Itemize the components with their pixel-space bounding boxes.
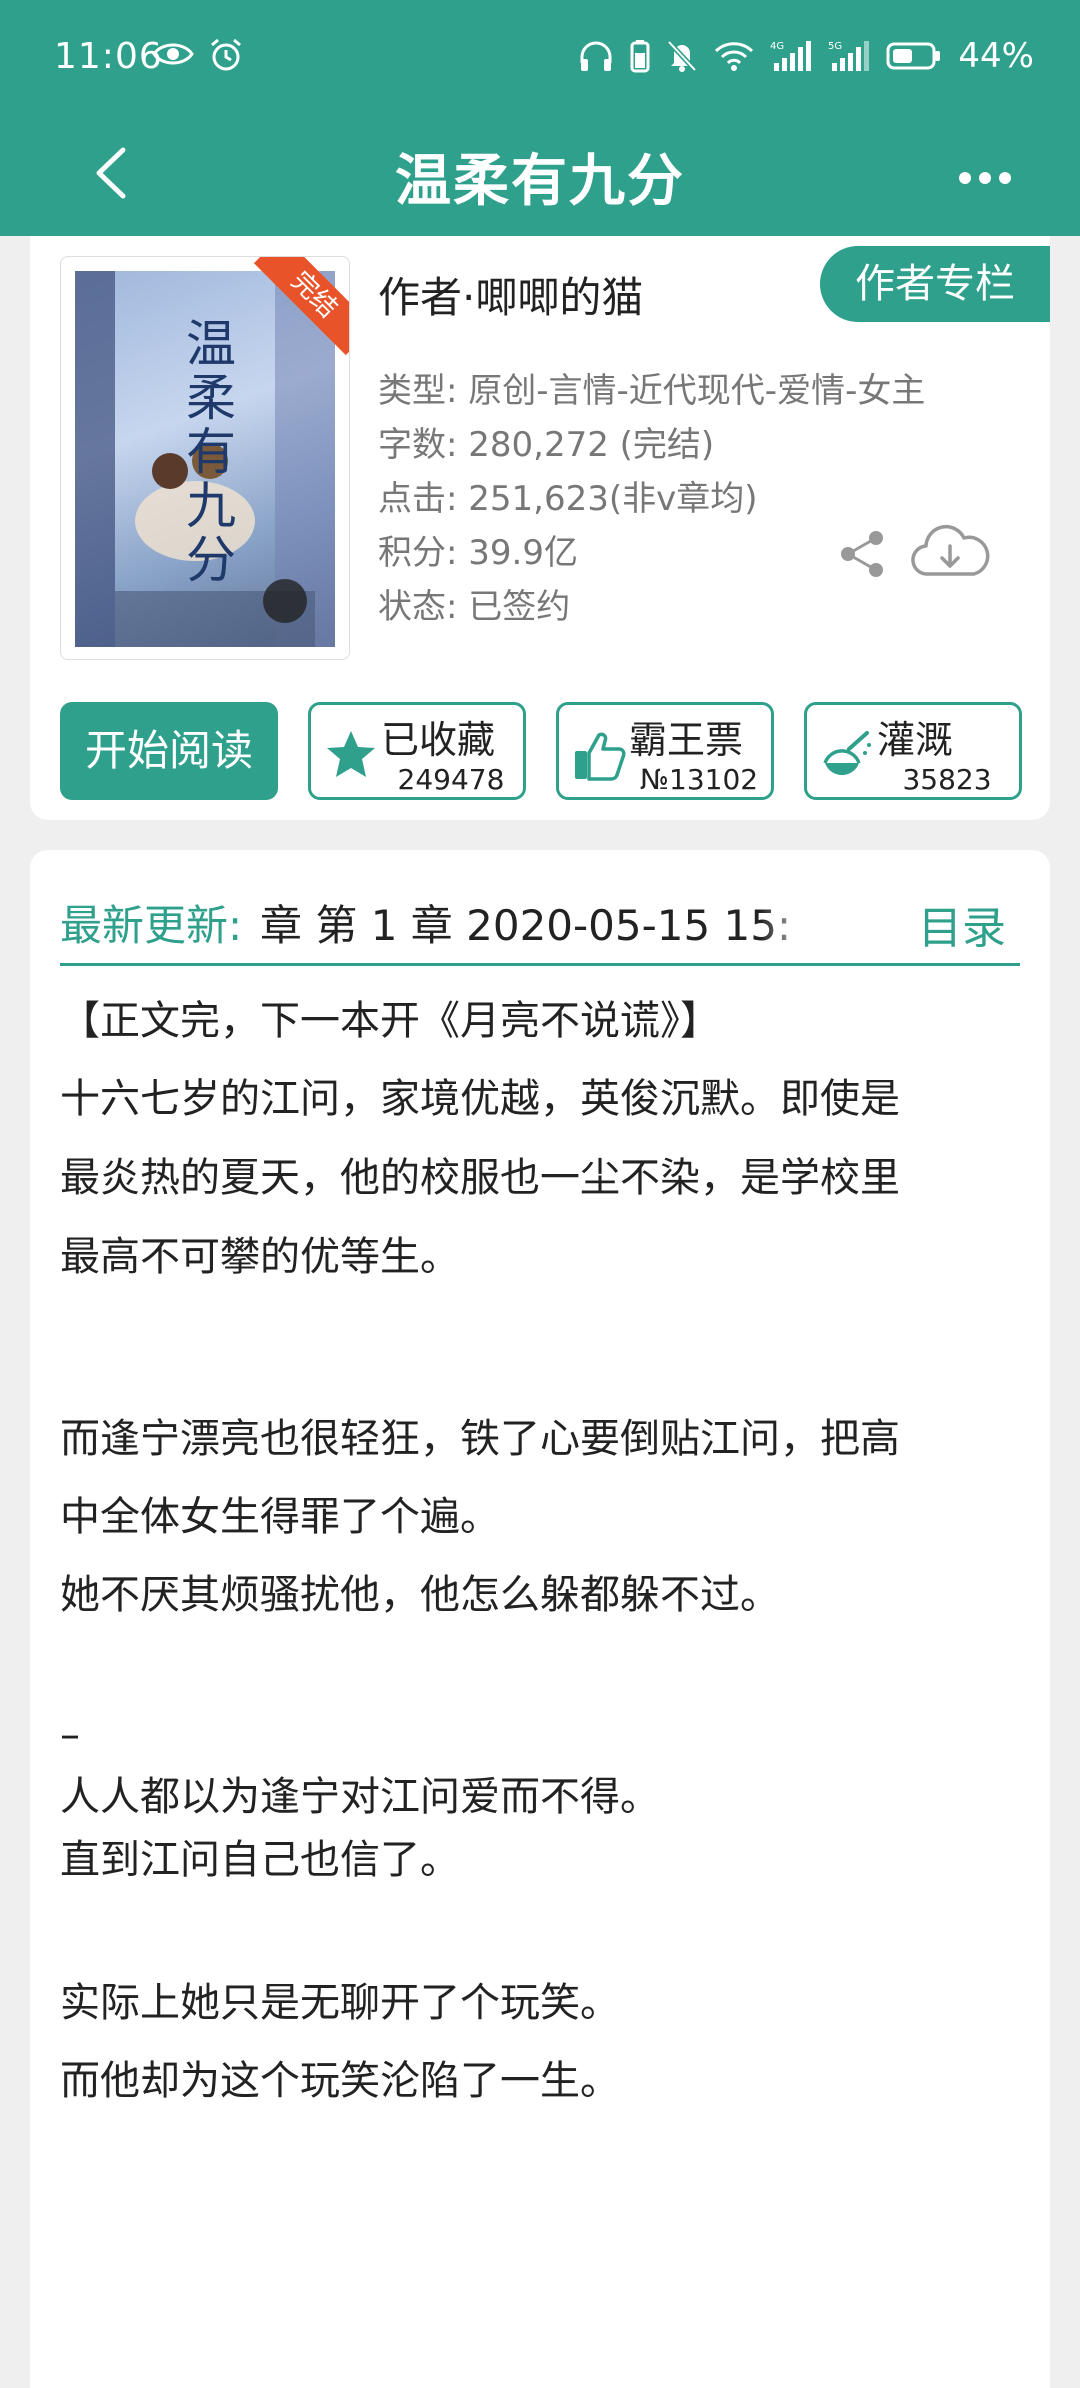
eye-icon [152, 43, 194, 65]
description-line: 实际上她只是无聊开了个玩笑。 [60, 1980, 620, 2026]
more-button[interactable] [940, 138, 1030, 218]
share-icon[interactable] [836, 528, 888, 580]
headphones-icon [580, 41, 612, 71]
description-line [60, 1304, 1040, 1392]
description-line: – [60, 1712, 80, 1758]
download-cloud-icon[interactable] [910, 520, 990, 584]
ticket-count: №13102 [639, 763, 759, 796]
svg-text:5G: 5G [828, 41, 842, 52]
description-line [60, 1642, 1040, 1704]
collect-button[interactable]: 已收藏 249478 [308, 702, 526, 800]
meta-clicks: 点击: 251,623(非v章均) [378, 479, 758, 519]
collect-label: 已收藏 [381, 718, 496, 762]
collect-count: 249478 [397, 763, 505, 796]
description-line: 十六七岁的江问，家境优越，英俊沉默。即使是 [60, 1076, 900, 1122]
status-right: 4G 5G 44% [578, 36, 1034, 76]
book-info-card: 温柔有九分 完结 作者·唧唧的猫 作者专栏 类型: 原创-言情-近代现代-爱情-… [30, 236, 1050, 820]
status-time: 11:06 [54, 36, 163, 77]
app-bar: 温柔有九分 [0, 118, 1080, 236]
description-line: 直到江问自己也信了。 [60, 1837, 460, 1883]
latest-update-text[interactable]: 章 第 1 章 2020-05-15 15: [260, 892, 820, 948]
author-name[interactable]: 作者·唧唧的猫 [378, 264, 643, 325]
alarm-icon [211, 38, 241, 71]
book-cover[interactable]: 温柔有九分 完结 [60, 256, 350, 660]
watering-icon [823, 731, 871, 776]
wifi-icon [715, 42, 754, 71]
status-left-icons [152, 38, 244, 72]
meta-genre: 类型: 原创-言情-近代现代-爱情-女主 [378, 371, 926, 411]
water-button[interactable]: 灌溉 35823 [804, 702, 1022, 800]
book-meta: 类型: 原创-言情-近代现代-爱情-女主 字数: 280,272 (完结) 点击… [378, 364, 925, 634]
description-card: 最新更新: 章 第 1 章 2020-05-15 15: 目录 【正文完，下一本… [30, 850, 1050, 2388]
battery-icon [886, 42, 941, 70]
meta-status: 状态: 已签约 [378, 587, 571, 627]
ticket-label: 霸王票 [629, 718, 744, 762]
battery-percent: 44% [958, 36, 1034, 76]
description-line: 【正文完，下一本开《月亮不说谎》】 [60, 998, 720, 1044]
start-reading-button[interactable]: 开始阅读 [60, 702, 278, 800]
meta-word-count: 字数: 280,272 (完结) [378, 425, 715, 465]
signal-4g-icon: 4G [770, 41, 812, 71]
thumbs-up-icon [575, 732, 626, 781]
svg-text:4G: 4G [770, 41, 784, 52]
author-column-button[interactable]: 作者专栏 [820, 246, 1050, 322]
water-label: 灌溉 [877, 718, 954, 762]
status-bar: 11:06 4G 5G 44% [0, 0, 1080, 118]
ticket-button[interactable]: 霸王票 №13102 [556, 702, 774, 800]
latest-update-label: 最新更新: [60, 901, 243, 950]
mute-icon [667, 40, 698, 72]
battery-saver-icon [630, 40, 650, 73]
description-line: 最高不可攀的优等生。 [60, 1234, 460, 1280]
signal-5g-icon: 5G [828, 41, 870, 71]
latest-update-row[interactable]: 最新更新: 章 第 1 章 2020-05-15 15: 目录 [60, 870, 1020, 966]
water-count: 35823 [902, 763, 992, 796]
star-icon [327, 731, 375, 777]
top-bar: 11:06 4G 5G 44% 温柔有九分 [0, 0, 1080, 236]
description-line: 人人都以为逢宁对江问爱而不得。 [60, 1774, 660, 1820]
book-description: 【正文完，下一本开《月亮不说谎》】 十六七岁的江问，家境优越，英俊沉默。即使是 … [60, 990, 1040, 2128]
description-line: 而逢宁漂亮也很轻狂，铁了心要倒贴江问，把高 [60, 1416, 900, 1462]
description-line: 而他却为这个玩笑沦陷了一生。 [60, 2058, 620, 2104]
cover-title: 温柔有九分 [178, 317, 236, 587]
page-title: 温柔有九分 [395, 149, 685, 214]
description-line [60, 1892, 1040, 1972]
description-line: 最炎热的夏天，他的校服也一尘不染，是学校里 [60, 1155, 900, 1201]
toc-button[interactable]: 目录 [918, 892, 1006, 956]
action-row: 开始阅读 已收藏 249478 霸王票 №13102 灌溉 35823 [60, 702, 1022, 800]
description-line: 她不厌其烦骚扰他，他怎么躲都躲不过。 [60, 1572, 780, 1618]
description-line: 中全体女生得罪了个遍。 [60, 1494, 500, 1540]
more-icon [959, 172, 1011, 184]
